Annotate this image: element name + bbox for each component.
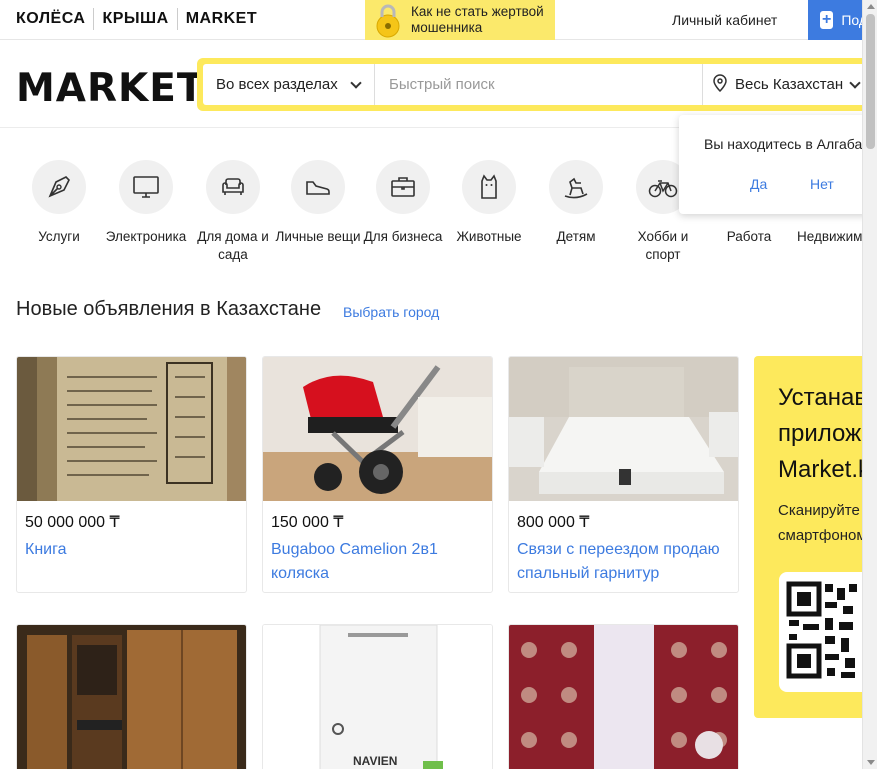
search-bar: Во всех разделах Весь Казахстан	[197, 58, 862, 111]
brand-kolesa-link[interactable]: КОЛЁСА	[16, 8, 93, 30]
post-ad-button[interactable]: + Подать объявление	[808, 0, 862, 40]
cat-icon	[462, 160, 516, 214]
sofa-icon	[206, 160, 260, 214]
listing-title-link[interactable]: Книга	[25, 538, 238, 562]
listing-card[interactable]: 800 000 ₸ Связи с переездом продаю спаль…	[508, 356, 739, 593]
svg-text:NAVIEN: NAVIEN	[353, 754, 397, 768]
listing-price: 50 000 000 ₸	[25, 514, 120, 531]
category-business[interactable]: Для бизнеса	[360, 160, 446, 246]
brand-krisha-link[interactable]: КРЫША	[93, 8, 176, 30]
region-selector[interactable]: Весь Казахстан	[702, 64, 862, 105]
location-question: Вы находитесь в Алгабасе?	[704, 136, 877, 152]
listing-card[interactable]	[508, 624, 739, 769]
choose-city-link[interactable]: Выбрать город	[343, 304, 439, 320]
location-no-button[interactable]: Нет	[810, 176, 834, 192]
promo-text-line1: Как не стать жертвой	[411, 4, 544, 19]
app-promo-sub-line1: Сканируйте QR-код	[778, 502, 862, 519]
category-animals[interactable]: Животные	[446, 160, 532, 246]
location-confirm-popup: Вы находитесь в Алгабасе? Да Нет	[679, 115, 877, 214]
market-logo[interactable]: MARKET	[16, 66, 205, 111]
category-label: Хобби и спорт	[637, 229, 689, 262]
listing-price: 150 000 ₸	[271, 514, 344, 531]
category-label: Электроника	[105, 229, 187, 244]
listing-image-boiler[interactable]: NAVIEN	[263, 625, 492, 769]
sections-dropdown[interactable]: Во всех разделах	[203, 64, 375, 105]
region-label: Весь Казахстан	[735, 76, 844, 93]
plus-icon: +	[820, 11, 834, 29]
chevron-down-icon	[849, 76, 861, 89]
location-pin-icon	[713, 73, 727, 96]
category-label: Для бизнеса	[363, 229, 443, 244]
listing-image-bed[interactable]	[509, 357, 738, 501]
post-ad-label: Подать объявление	[841, 12, 862, 28]
listing-title-link[interactable]: Связи с переездом продаю спальный гарнит…	[517, 538, 730, 586]
page-scrollbar[interactable]	[862, 0, 877, 769]
listing-image-curtains[interactable]	[509, 625, 738, 769]
listing-card[interactable]: 50 000 000 ₸ Книга	[16, 356, 247, 593]
location-yes-button[interactable]: Да	[750, 176, 767, 192]
app-promo-sub-line2: смартфоном	[778, 527, 862, 544]
category-label: Услуги	[38, 229, 80, 244]
category-services[interactable]: Услуги	[16, 160, 102, 246]
category-label: Работа	[726, 229, 772, 244]
category-kids[interactable]: Детям	[533, 160, 619, 246]
pen-nib-icon	[32, 160, 86, 214]
listing-card[interactable]: 150 000 ₸ Bugaboo Camelion 2в1 коляска	[262, 356, 493, 593]
scrollbar-thumb[interactable]	[866, 14, 875, 149]
listing-card[interactable]: NAVIEN	[262, 624, 493, 769]
sections-dropdown-label: Во всех разделах	[216, 76, 338, 93]
category-home-garden[interactable]: Для дома и сада	[190, 160, 276, 264]
category-label: Личные вещи	[275, 229, 361, 244]
scroll-down-arrow-icon[interactable]	[867, 760, 875, 765]
top-bar: КОЛЁСА КРЫША MARKET Как не стать жертвой…	[0, 0, 862, 40]
brand-links: КОЛЁСА КРЫША MARKET	[16, 8, 265, 30]
personal-cabinet-link[interactable]: Личный кабинет	[672, 12, 777, 28]
promo-text-line2: мошенника	[411, 20, 483, 35]
app-promo-title-line1: Устанавливайте	[778, 384, 862, 411]
category-label: Для дома и сада	[197, 229, 269, 262]
category-electronics[interactable]: Электроника	[103, 160, 189, 246]
app-promo-title-line3: Market.kz	[778, 456, 862, 483]
listing-card[interactable]	[16, 624, 247, 769]
listing-image-wardrobe[interactable]	[17, 625, 246, 769]
padlock-icon	[373, 2, 403, 38]
brand-market-link[interactable]: MARKET	[176, 8, 265, 30]
listing-image-stroller[interactable]	[263, 357, 492, 501]
listing-price: 800 000 ₸	[517, 514, 590, 531]
category-label: Животные	[456, 229, 522, 244]
listing-image-book[interactable]	[17, 357, 246, 501]
category-personal-items[interactable]: Личные вещи	[275, 160, 361, 246]
briefcase-icon	[376, 160, 430, 214]
search-input[interactable]	[375, 64, 702, 105]
listing-title-link[interactable]: Bugaboo Camelion 2в1 коляска	[271, 538, 484, 586]
category-label: Детям	[556, 229, 596, 244]
scroll-up-arrow-icon[interactable]	[867, 4, 875, 9]
qr-code	[779, 572, 862, 692]
app-promo-title-line2: приложение	[778, 420, 862, 447]
rocking-horse-icon	[549, 160, 603, 214]
fraud-warning-banner[interactable]: Как не стать жертвой мошенника	[365, 0, 555, 40]
section-title: Новые объявления в Казахстане	[16, 298, 322, 320]
chevron-down-icon	[350, 76, 362, 89]
app-download-promo[interactable]: Устанавливайте приложение Market.kz Скан…	[754, 356, 862, 718]
sneaker-icon	[291, 160, 345, 214]
monitor-icon	[119, 160, 173, 214]
